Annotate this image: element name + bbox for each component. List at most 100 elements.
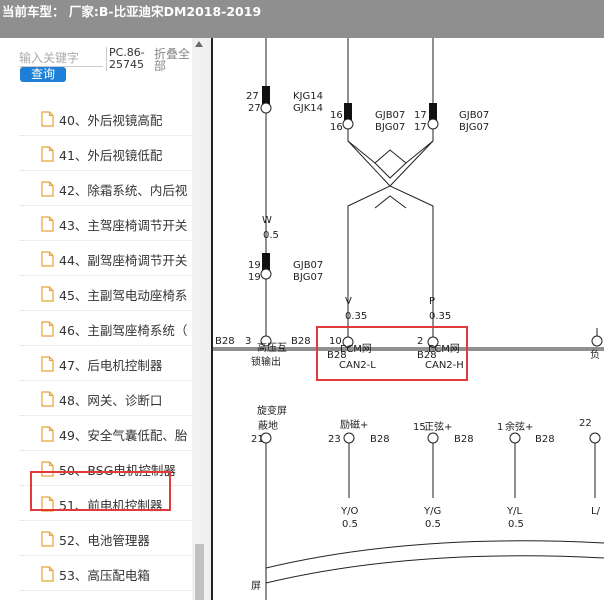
svg-text:21: 21: [251, 434, 264, 445]
document-icon: [41, 531, 54, 547]
sidebar: 查询 PC.86-25745 折叠全部 40、外后视镜高配 41、外后视镜低配 42…: [0, 38, 207, 600]
svg-text:正弦+: 正弦+: [424, 420, 452, 433]
wires: [213, 38, 604, 600]
svg-text:GJK14: GJK14: [293, 103, 323, 114]
search-input[interactable]: [19, 50, 103, 67]
document-icon: [41, 566, 54, 582]
list-item-label: 49、安全气囊低配、胎: [59, 428, 188, 443]
list-item-label: 46、主副驾座椅系统（: [59, 323, 188, 338]
svg-text:负: 负: [590, 348, 600, 361]
list-item[interactable]: 43、主驾座椅调节开关: [20, 206, 192, 241]
svg-text:0.5: 0.5: [508, 519, 524, 530]
svg-text:B28: B28: [370, 434, 390, 445]
list-item[interactable]: 45、主副驾电动座椅系: [20, 276, 192, 311]
document-icon: [41, 286, 54, 302]
diagram-list: 40、外后视镜高配 41、外后视镜低配 42、除霜系统、内后视 43、主驾座椅调节开关…: [20, 101, 192, 600]
document-icon: [41, 426, 54, 442]
svg-text:0.5: 0.5: [263, 230, 279, 241]
scroll-up-arrow-icon[interactable]: [195, 41, 203, 47]
svg-text:2: 2: [417, 336, 423, 347]
svg-text:V: V: [345, 296, 352, 307]
svg-text:蔽地: 蔽地: [258, 419, 278, 432]
svg-text:16: 16: [330, 110, 343, 121]
svg-text:BJG07: BJG07: [459, 122, 489, 133]
svg-text:GJB07: GJB07: [375, 110, 405, 121]
svg-text:W: W: [262, 215, 272, 226]
svg-text:0.35: 0.35: [345, 311, 367, 322]
document-icon: [41, 356, 54, 372]
query-button[interactable]: 查询: [20, 67, 66, 82]
document-icon: [41, 251, 54, 267]
list-item-label: 41、外后视镜低配: [59, 148, 163, 163]
list-item-label: 40、外后视镜高配: [59, 113, 163, 128]
svg-text:GJB07: GJB07: [459, 110, 489, 121]
svg-text:0.35: 0.35: [429, 311, 451, 322]
list-item[interactable]: 44、副驾座椅调节开关: [20, 241, 192, 276]
svg-text:0.5: 0.5: [342, 519, 358, 530]
list-item[interactable]: 48、网关、诊断口: [20, 381, 192, 416]
document-icon: [41, 181, 54, 197]
svg-text:余弦+: 余弦+: [505, 420, 533, 433]
svg-text:27: 27: [246, 91, 259, 102]
list-item-label: 47、后电机控制器: [59, 358, 163, 373]
svg-text:0.5: 0.5: [425, 519, 441, 530]
document-icon: [41, 111, 54, 127]
list-item-label: 48、网关、诊断口: [59, 393, 163, 408]
svg-text:B28: B28: [215, 336, 235, 347]
list-item-label: 43、主驾座椅调节开关: [59, 218, 188, 233]
svg-text:励磁+: 励磁+: [340, 418, 368, 431]
svg-text:旋变屏: 旋变屏: [257, 404, 287, 417]
list-item[interactable]: 41、外后视镜低配: [20, 136, 192, 171]
svg-text:3: 3: [245, 336, 251, 347]
list-item-label: 45、主副驾电动座椅系: [59, 288, 188, 303]
connector-blocks: [262, 86, 437, 270]
svg-text:L/: L/: [591, 506, 601, 517]
document-icon: [41, 216, 54, 232]
svg-text:19: 19: [248, 272, 261, 283]
svg-text:KJG14: KJG14: [293, 91, 323, 102]
svg-text:Y/O: Y/O: [340, 506, 358, 517]
svg-text:17: 17: [414, 122, 427, 133]
list-item[interactable]: 52、电池管理器: [20, 521, 192, 556]
list-item[interactable]: 49、安全气囊低配、胎: [20, 416, 192, 451]
svg-text:CAN2-L: CAN2-L: [339, 360, 376, 371]
document-icon: [41, 321, 54, 337]
svg-text:BJG07: BJG07: [293, 272, 323, 283]
svg-text:GJB07: GJB07: [293, 260, 323, 271]
svg-text:屏: 屏: [251, 580, 261, 592]
svg-text:B28: B28: [535, 434, 555, 445]
pc-code-label: PC.86-25745: [106, 47, 151, 71]
svg-text:16: 16: [330, 122, 343, 133]
svg-text:17: 17: [414, 110, 427, 121]
list-item[interactable]: 42、除霜系统、内后视: [20, 171, 192, 206]
document-icon: [41, 146, 54, 162]
list-item-label: 53、高压配电箱: [59, 568, 150, 583]
svg-text:27: 27: [248, 103, 261, 114]
vehicle-model-title: 当前车型： 厂家:B-比亚迪宋DM2018-2019: [2, 4, 262, 19]
svg-text:高压互: 高压互: [257, 341, 287, 354]
svg-text:Y/L: Y/L: [506, 506, 522, 517]
svg-text:19: 19: [248, 260, 261, 271]
scrollbar-thumb[interactable]: [195, 544, 204, 600]
list-item[interactable]: 47、后电机控制器: [20, 346, 192, 381]
svg-text:B28: B28: [454, 434, 474, 445]
svg-text:23: 23: [328, 434, 341, 445]
sidebar-scrollbar[interactable]: [192, 38, 207, 600]
svg-text:1: 1: [497, 422, 503, 433]
list-item-label: 52、电池管理器: [59, 533, 150, 548]
svg-text:22: 22: [579, 418, 592, 429]
list-item[interactable]: 54、整车控制器: [20, 591, 192, 600]
list-item[interactable]: 46、主副驾座椅系统（: [20, 311, 192, 346]
svg-text:Y/G: Y/G: [423, 506, 441, 517]
collapse-all-button[interactable]: 折叠全部: [154, 48, 194, 72]
document-icon: [41, 391, 54, 407]
diagram-labels: 27 27 KJG14 GJK14 16 16 GJB07 BJG07 17 1…: [215, 91, 601, 592]
title-bar: 当前车型： 厂家:B-比亚迪宋DM2018-2019: [0, 0, 604, 38]
wiring-diagram: 27 27 KJG14 GJK14 16 16 GJB07 BJG07 17 1…: [213, 38, 604, 600]
wiring-diagram-svg: 27 27 KJG14 GJK14 16 16 GJB07 BJG07 17 1…: [213, 38, 604, 600]
svg-text:锁输出: 锁输出: [251, 355, 281, 368]
svg-text:P: P: [429, 296, 435, 307]
list-item[interactable]: 40、外后视镜高配: [20, 101, 192, 136]
list-item[interactable]: 53、高压配电箱: [20, 556, 192, 591]
svg-text:BJG07: BJG07: [375, 122, 405, 133]
